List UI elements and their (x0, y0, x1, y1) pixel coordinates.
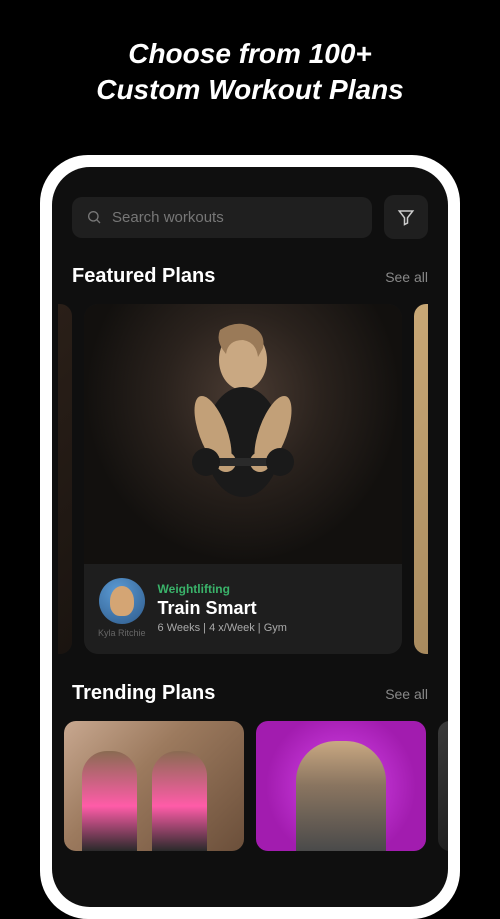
trending-title: Trending Plans (72, 682, 215, 705)
headline-line-1: Choose from 100+ (40, 36, 460, 72)
phone-frame: Search workouts Featured Plans See all (40, 155, 460, 919)
filter-button[interactable] (384, 195, 428, 239)
plan-meta-text: Weightlifting Train Smart 6 Weeks | 4 x/… (158, 582, 388, 634)
author-name: Kyla Ritchie (98, 628, 146, 638)
trending-card-1[interactable] (64, 721, 244, 851)
app-screen: Search workouts Featured Plans See all (52, 167, 448, 907)
featured-plan-card[interactable]: Kyla Ritchie Weightlifting Train Smart 6… (84, 304, 402, 654)
search-icon (86, 209, 102, 225)
featured-plan-meta: Kyla Ritchie Weightlifting Train Smart 6… (84, 564, 402, 654)
trending-section-header: Trending Plans See all (72, 682, 428, 705)
workout-figure-icon (168, 322, 318, 542)
trending-card-2[interactable] (256, 721, 426, 851)
headline-line-2: Custom Workout Plans (40, 72, 460, 108)
trending-card-3-peek[interactable] (438, 721, 448, 851)
filter-icon (397, 208, 415, 226)
featured-card-prev-peek[interactable] (58, 304, 72, 654)
featured-carousel[interactable]: Kyla Ritchie Weightlifting Train Smart 6… (58, 304, 428, 654)
search-placeholder: Search workouts (112, 209, 224, 226)
search-input[interactable]: Search workouts (72, 197, 372, 238)
featured-card-next-peek[interactable] (414, 304, 428, 654)
featured-see-all[interactable]: See all (385, 269, 428, 285)
marketing-headline: Choose from 100+ Custom Workout Plans (0, 0, 500, 139)
plan-category: Weightlifting (158, 582, 388, 596)
plan-details: 6 Weeks | 4 x/Week | Gym (158, 622, 388, 634)
plan-title: Train Smart (158, 598, 388, 619)
author-avatar[interactable] (99, 578, 145, 624)
search-row: Search workouts (72, 195, 428, 239)
featured-plan-image (84, 304, 402, 564)
featured-title: Featured Plans (72, 265, 215, 288)
trending-carousel[interactable] (64, 721, 428, 851)
featured-section-header: Featured Plans See all (72, 265, 428, 288)
trending-see-all[interactable]: See all (385, 686, 428, 702)
author-column: Kyla Ritchie (98, 578, 146, 638)
